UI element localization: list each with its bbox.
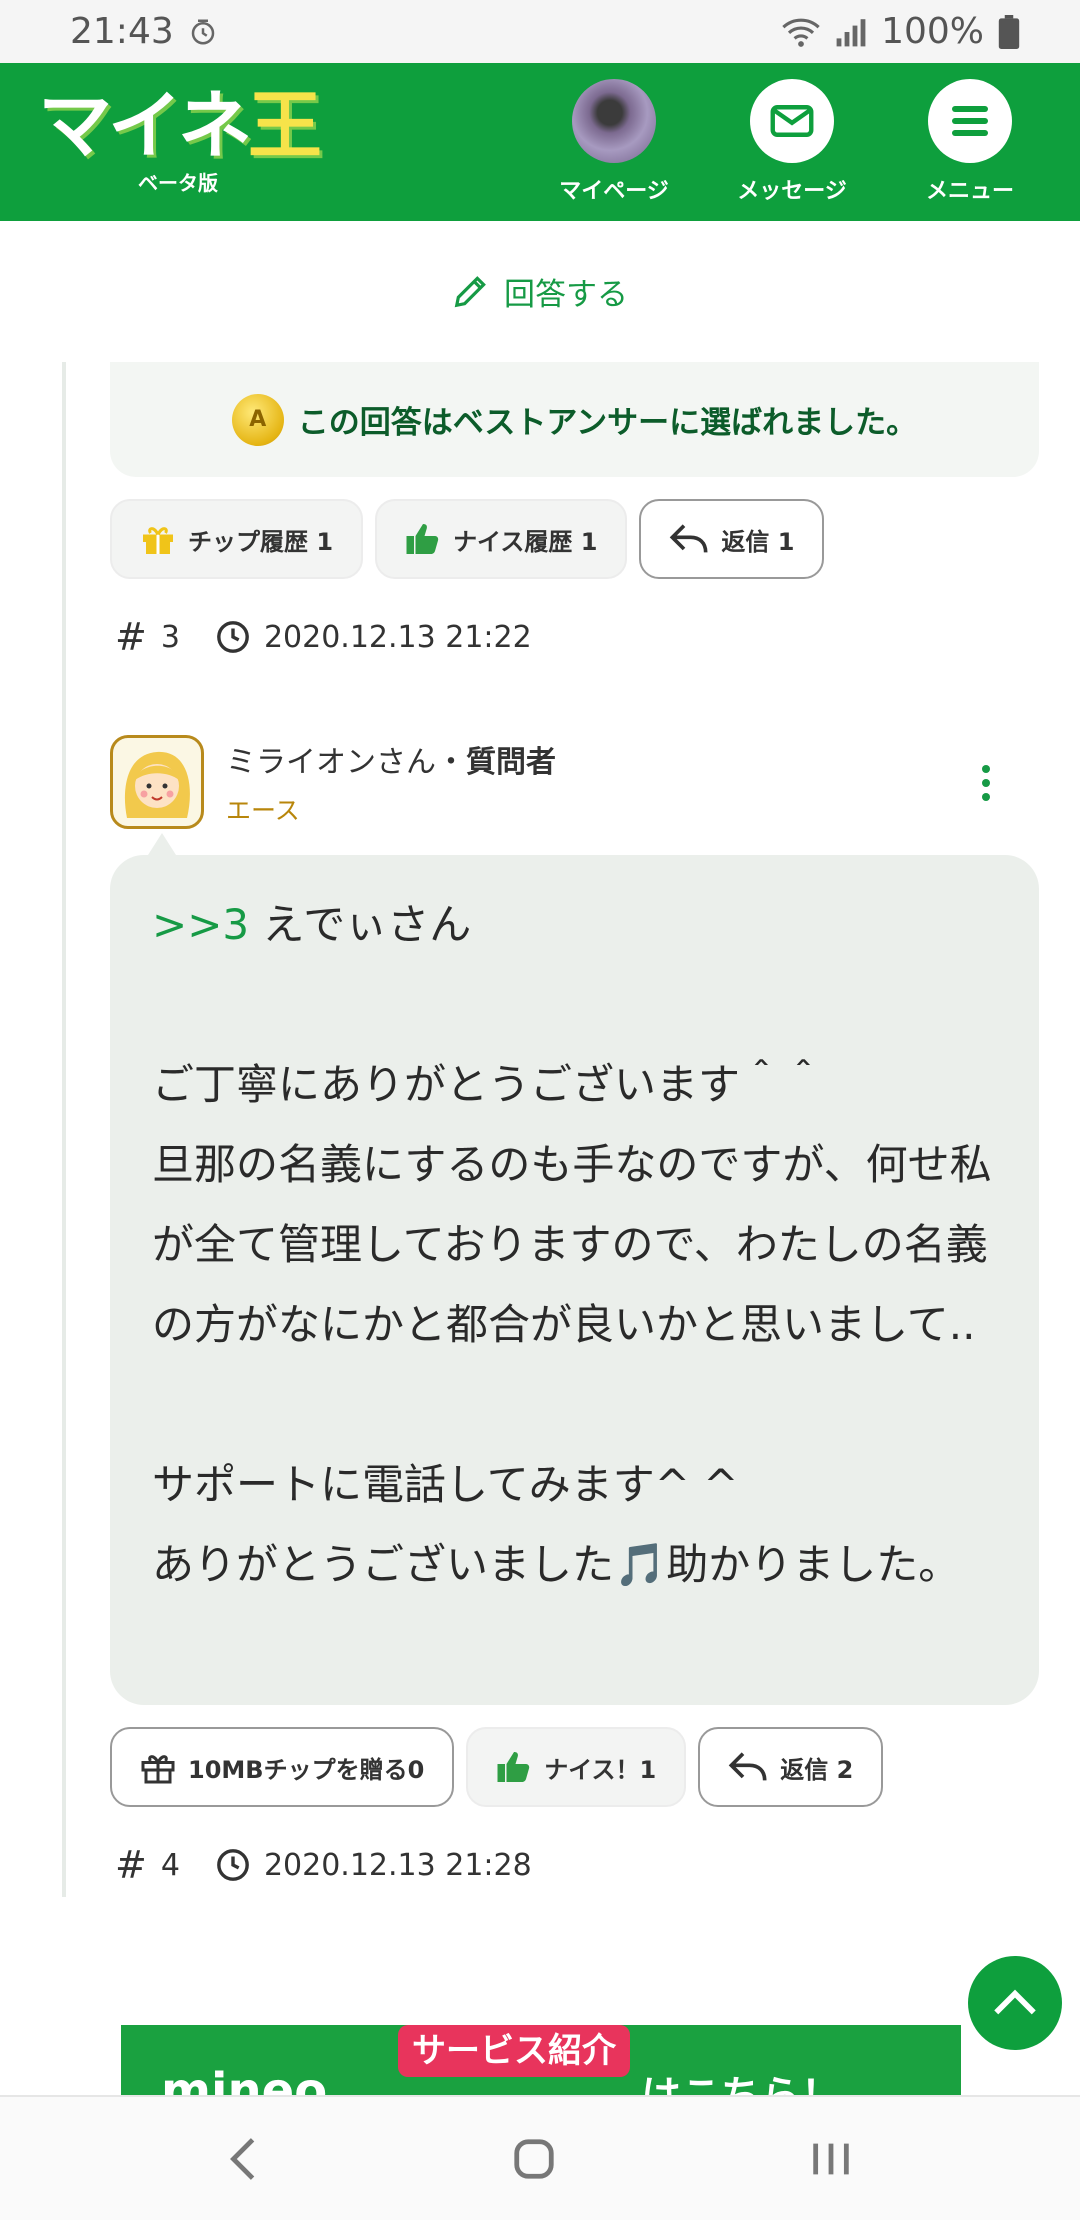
nav-mypage[interactable]: マイページ	[534, 79, 694, 205]
post-text: >>3 えでぃさん ご丁寧にありがとうございます＾＾ 旦那の名義にするのも手なの…	[152, 885, 997, 1605]
battery-icon	[998, 14, 1020, 49]
more-options-icon[interactable]	[982, 765, 990, 801]
post4-actions: 10MBチップを贈る0 ナイス！1 返信 2	[110, 1727, 884, 1807]
reply-button[interactable]: 返信 1	[639, 499, 825, 579]
clock-icon	[217, 621, 249, 653]
user-role: 質問者	[466, 745, 556, 780]
system-nav-bar	[0, 2095, 1080, 2220]
clock-icon	[217, 1849, 249, 1881]
back-icon[interactable]	[226, 2136, 260, 2182]
nav-message-label: メッセージ	[737, 179, 847, 204]
thumbs-up-icon	[497, 1752, 530, 1782]
nav-mypage-label: マイページ	[559, 179, 669, 204]
bubble-tail	[148, 833, 176, 855]
reply-button[interactable]: 返信 2	[698, 1727, 884, 1807]
chevron-up-icon	[994, 1989, 1036, 2015]
nav-message[interactable]: メッセージ	[712, 79, 872, 205]
avatar	[572, 79, 656, 163]
gift-icon	[143, 527, 173, 554]
best-answer-text: この回答はベストアンサーに選ばれました。	[297, 405, 918, 441]
best-answer-banner: A この回答はベストアンサーに選ばれました。	[110, 362, 1039, 477]
app-header: マイネ王 ベータ版 マイページ メッセージ メニュー	[0, 63, 1080, 221]
user-rank: エース	[226, 796, 300, 825]
site-logo[interactable]: マイネ王 ベータ版	[38, 82, 322, 196]
post-body: >>3 えでぃさん ご丁寧にありがとうございます＾＾ 旦那の名義にするのも手なの…	[110, 855, 1039, 1705]
nav-menu[interactable]: メニュー	[890, 79, 1050, 205]
reply-icon	[729, 1752, 767, 1781]
answer-button-label: 回答する	[504, 276, 628, 313]
post3-actions: チップ履歴 1 ナイス履歴 1 返信 1	[110, 499, 825, 579]
post-number: 3	[160, 619, 180, 655]
gift-icon	[141, 1755, 175, 1784]
battery-percent: 100%	[881, 11, 984, 52]
header-nav: マイページ メッセージ メニュー	[534, 79, 1050, 205]
hash-icon: #	[115, 615, 147, 659]
reply-to-name: えでぃさん	[249, 900, 472, 949]
post-number: 4	[160, 1847, 180, 1883]
hamburger-icon	[928, 79, 1012, 163]
nice-button[interactable]: ナイス！1	[466, 1727, 687, 1807]
wifi-icon	[782, 18, 820, 47]
post-datetime: 2020.12.13 21:28	[263, 1847, 532, 1883]
banner-brand: mineo	[161, 2063, 328, 2095]
post3-meta: # 3 2020.12.13 21:22	[115, 615, 532, 659]
status-bar: 21:43 100%	[0, 0, 1080, 63]
recents-icon[interactable]	[808, 2139, 854, 2179]
banner-here: はこちら！	[641, 2063, 841, 2095]
status-time: 21:43	[70, 11, 174, 52]
send-tip-button[interactable]: 10MBチップを贈る0	[110, 1727, 455, 1807]
alarm-icon	[191, 19, 214, 44]
reply-reference-link[interactable]: >>3	[152, 900, 249, 949]
medal-icon: A	[231, 393, 284, 446]
reply-icon	[670, 524, 708, 553]
home-icon[interactable]	[511, 2136, 557, 2182]
nice-history-button[interactable]: ナイス履歴 1	[375, 499, 628, 579]
post4-author: ミライオンさん・質問者 エース	[110, 735, 1010, 835]
beta-label: ベータ版	[138, 170, 218, 195]
post4-meta: # 4 2020.12.13 21:28	[115, 1843, 532, 1887]
banner-tag: サービス紹介	[398, 2025, 630, 2077]
user-name[interactable]: ミライオンさん・質問者	[226, 737, 556, 781]
logo-text: マイネ王	[38, 82, 322, 169]
nav-menu-label: メニュー	[925, 179, 1014, 204]
thread-line	[62, 362, 66, 1897]
thumbs-up-icon	[406, 524, 439, 554]
avatar[interactable]	[110, 735, 204, 829]
hash-icon: #	[115, 1843, 147, 1887]
mail-icon	[750, 79, 834, 163]
post-body-text: ご丁寧にありがとうございます＾＾ 旦那の名義にするのも手なのですが、何せ私が全て…	[152, 1060, 992, 1589]
post-datetime: 2020.12.13 21:22	[263, 619, 532, 655]
signal-icon	[836, 18, 866, 46]
service-banner[interactable]: mineo サービス紹介 はこちら！	[121, 2025, 961, 2095]
pencil-icon	[454, 276, 486, 308]
answer-button[interactable]: 回答する	[0, 221, 1080, 361]
tip-history-button[interactable]: チップ履歴 1	[110, 499, 364, 579]
scroll-to-top-button[interactable]	[968, 1956, 1062, 2050]
